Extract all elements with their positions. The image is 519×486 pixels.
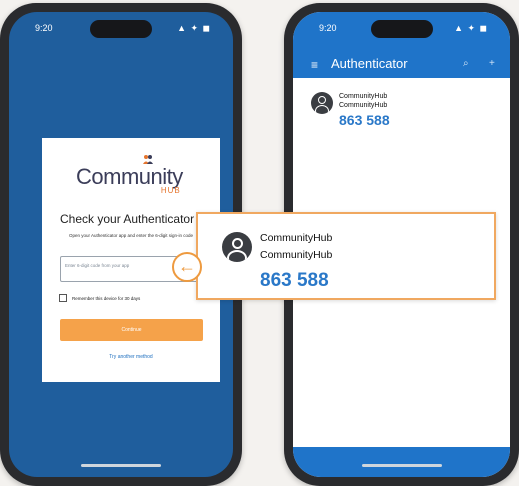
bottom-bar	[293, 447, 510, 477]
remember-label: Remember this device for 30 days	[72, 295, 141, 301]
add-icon[interactable]: +	[489, 58, 495, 69]
callout-name: CommunityHub	[260, 249, 333, 261]
logo-sub: HUB	[160, 186, 181, 195]
search-icon[interactable]: ⌕	[463, 58, 469, 69]
callout-otp-code: 863 588	[260, 270, 329, 291]
zoomed-account-callout: CommunityHub CommunityHub 863 588	[196, 212, 496, 300]
callout-issuer: CommunityHub	[260, 232, 333, 244]
status-time: 9:20	[319, 23, 337, 33]
account-name: CommunityHub	[339, 102, 388, 109]
otp-code: 863 588	[339, 112, 390, 128]
account-issuer: CommunityHub	[339, 93, 388, 100]
menu-icon[interactable]: ≡	[311, 58, 318, 72]
remember-device-row[interactable]: Remember this device for 30 days	[59, 294, 140, 302]
another-method-link[interactable]: Try another method	[42, 354, 220, 360]
account-list-item[interactable]: CommunityHub CommunityHub 863 588	[311, 92, 390, 128]
home-indicator	[81, 464, 161, 467]
status-icons: ▲ ✦ ◼	[177, 23, 211, 33]
dynamic-island	[90, 20, 152, 38]
community-hub-logo: Community HUB	[76, 155, 183, 195]
account-avatar-icon	[222, 232, 252, 262]
arrow-left-icon: ←	[172, 252, 202, 282]
home-indicator	[361, 464, 442, 467]
continue-button[interactable]: Continue	[60, 319, 203, 341]
status-time: 9:20	[35, 23, 53, 33]
page-title: Check your Authenticator Ap	[60, 212, 212, 226]
remember-checkbox[interactable]	[59, 294, 67, 302]
people-icon	[143, 155, 153, 164]
account-avatar-icon	[311, 92, 333, 114]
dynamic-island	[370, 20, 433, 38]
app-title: Authenticator	[331, 56, 408, 71]
status-icons: ▲ ✦ ◼	[454, 23, 488, 33]
instructions-text: Open your Authenticator app and enter th…	[68, 233, 194, 238]
